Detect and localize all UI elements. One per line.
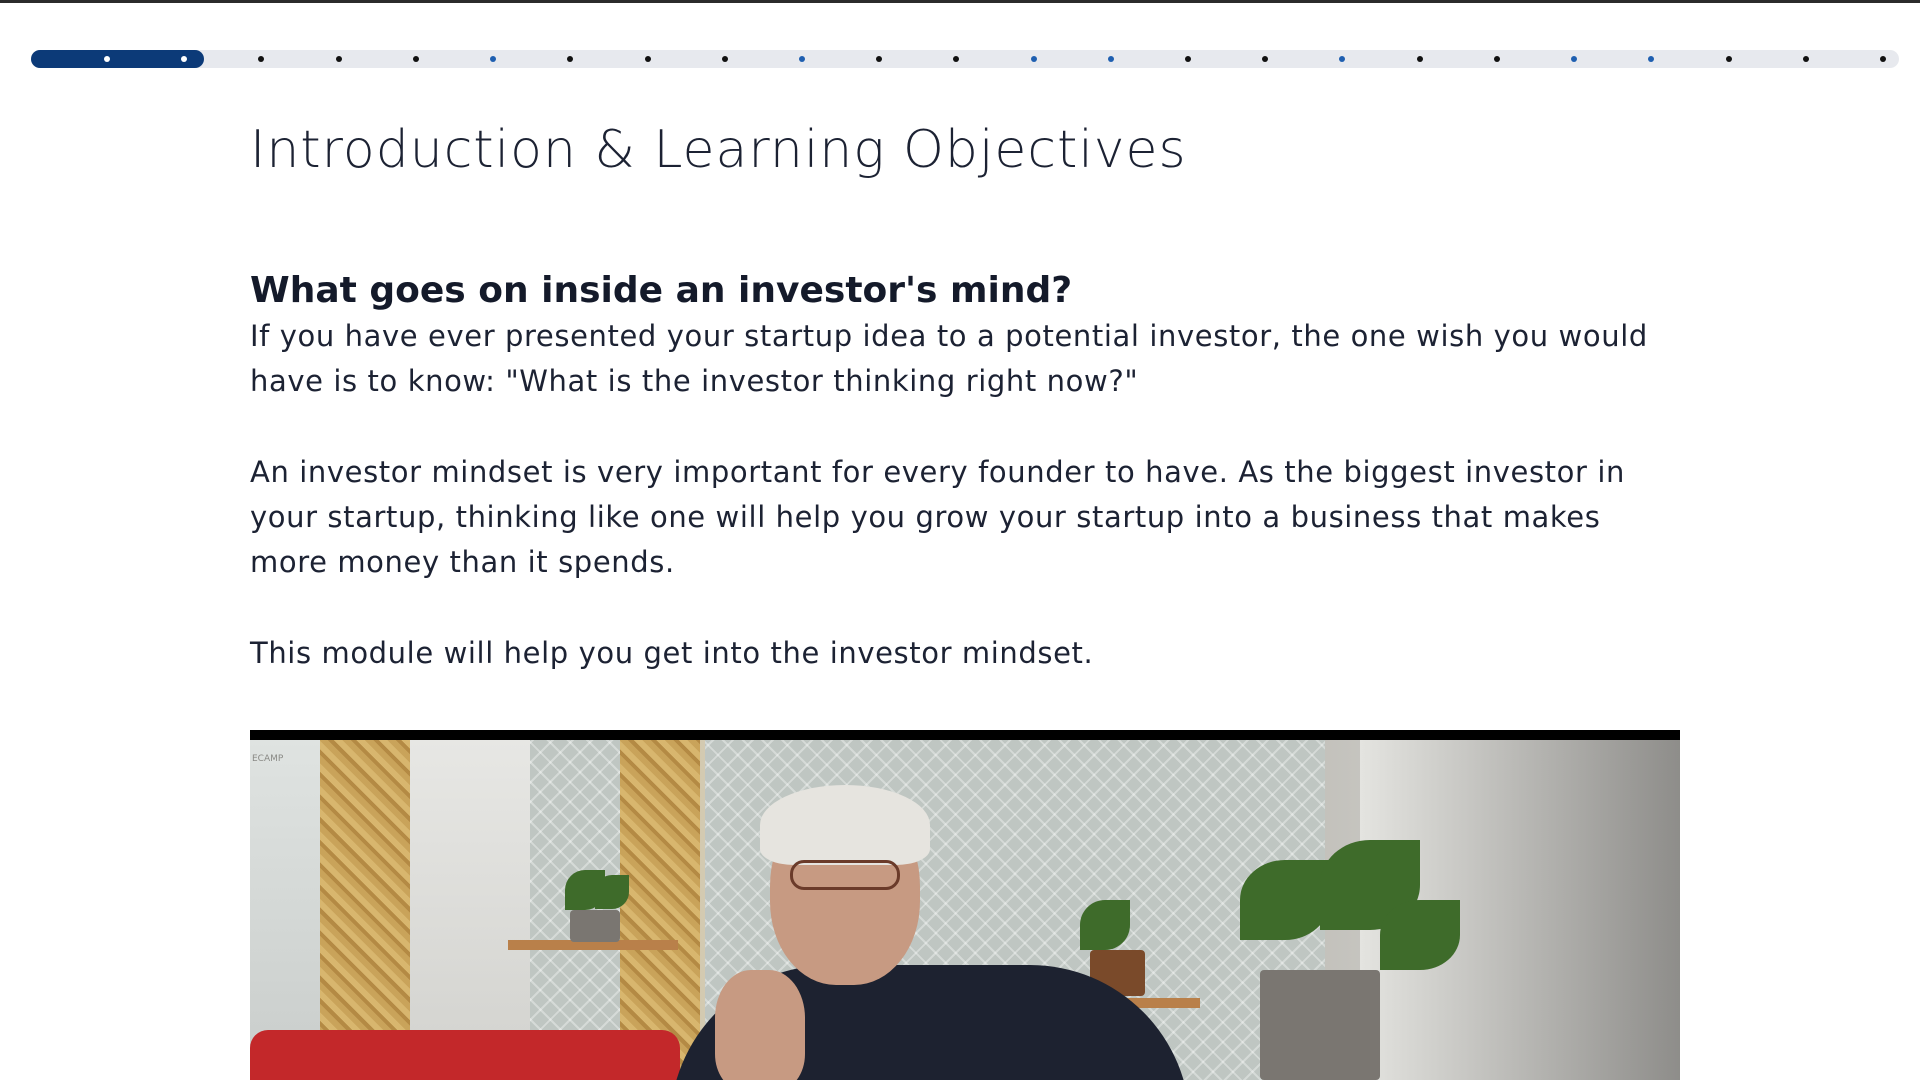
plant-pot-left <box>570 910 620 942</box>
progress-step-dot[interactable] <box>876 56 883 62</box>
progress-step-dot[interactable] <box>1339 56 1346 62</box>
lesson-progress-bar <box>31 50 1899 68</box>
progress-step-dot[interactable] <box>1107 56 1114 62</box>
door-panel <box>410 740 530 1080</box>
progress-step-dot[interactable] <box>104 56 110 62</box>
progress-step-dot[interactable] <box>1571 56 1578 62</box>
progress-step-dot[interactable] <box>1802 56 1809 62</box>
intro-paragraph: If you have ever presented your startup … <box>250 319 1648 398</box>
speaker-hand <box>715 970 805 1080</box>
progress-step-dot[interactable] <box>567 56 574 62</box>
progress-step-dot[interactable] <box>1880 56 1886 62</box>
plant-leaf <box>1380 900 1460 970</box>
section-heading: What goes on inside an investor's mind? <box>250 270 1073 311</box>
video-watermark: ECAMP <box>252 754 284 764</box>
progress-step-dot[interactable] <box>335 56 342 62</box>
wood-panel-2 <box>620 740 700 1080</box>
progress-fill <box>31 50 205 68</box>
wood-panel <box>320 740 410 1080</box>
progress-step-dot[interactable] <box>1493 56 1500 62</box>
progress-step-dot[interactable] <box>412 56 419 62</box>
progress-step-dot[interactable] <box>1416 56 1423 62</box>
mindset-paragraph: An investor mindset is very important fo… <box>250 455 1625 579</box>
lesson-content: Introduction & Learning Objectives What … <box>250 110 1680 676</box>
progress-step-dot[interactable] <box>1030 56 1037 62</box>
progress-step-dot[interactable] <box>1262 56 1269 62</box>
progress-step-dot[interactable] <box>953 56 960 62</box>
plant-leaf <box>595 875 629 909</box>
video-player[interactable]: ECAMP <box>250 730 1680 1080</box>
red-sofa <box>250 1030 680 1080</box>
plant-leaf <box>1080 900 1130 950</box>
progress-step-dot[interactable] <box>798 56 805 62</box>
plant-leaf <box>1240 860 1330 940</box>
progress-step-dot[interactable] <box>1185 56 1192 62</box>
progress-step-dot[interactable] <box>1725 56 1732 62</box>
page-title: Introduction & Learning Objectives <box>250 120 1187 180</box>
module-paragraph: This module will help you get into the i… <box>250 636 1094 670</box>
progress-step-dot[interactable] <box>644 56 651 62</box>
progress-step-dot[interactable] <box>721 56 728 62</box>
speaker-hair <box>760 785 930 865</box>
plant-pot-right <box>1260 970 1380 1080</box>
video-frame[interactable]: ECAMP <box>250 740 1680 1080</box>
speaker-glasses <box>790 860 900 890</box>
window-top-border <box>0 0 1920 3</box>
progress-step-dot[interactable] <box>1648 56 1655 62</box>
progress-step-dot[interactable] <box>258 56 265 62</box>
progress-step-dot[interactable] <box>490 56 497 62</box>
